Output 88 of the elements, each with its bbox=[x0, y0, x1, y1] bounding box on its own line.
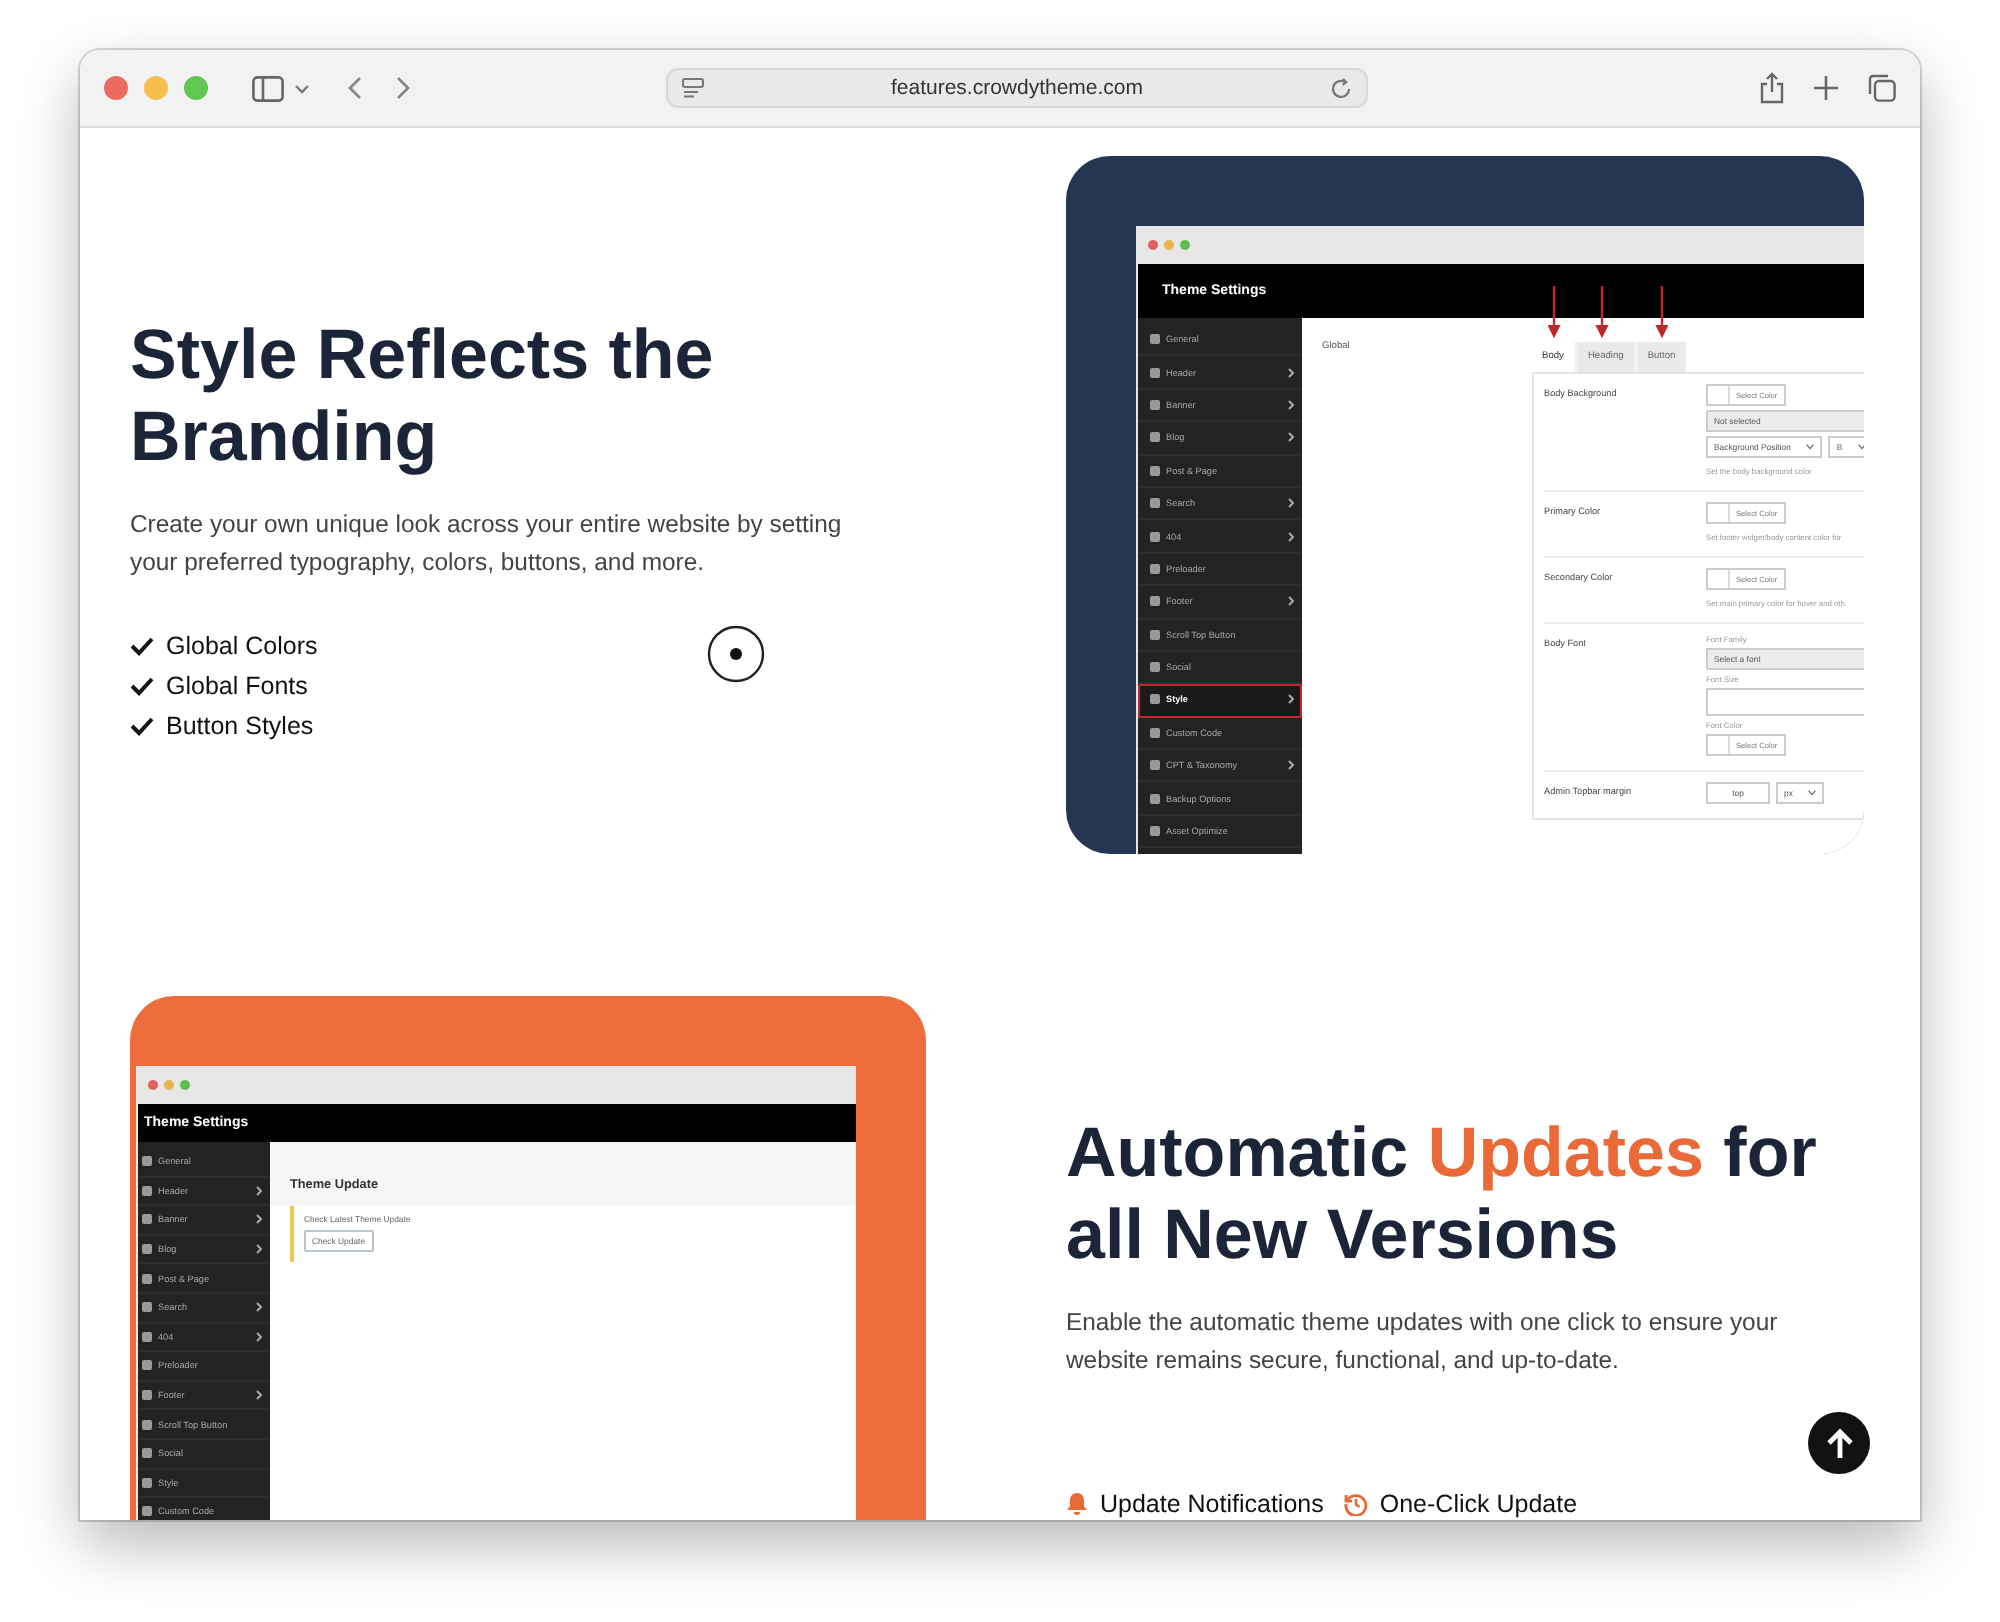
input-field[interactable] bbox=[1706, 688, 1864, 716]
chevron-right-icon bbox=[1288, 596, 1294, 607]
menu-item-icon bbox=[1150, 793, 1160, 804]
cursor-icon bbox=[706, 624, 766, 684]
close-icon[interactable] bbox=[104, 76, 128, 100]
menu-item-icon bbox=[142, 1214, 152, 1225]
feature-label: Global Fonts bbox=[166, 671, 308, 699]
menu-item-icon bbox=[1150, 826, 1160, 837]
menu-item-icon bbox=[142, 1273, 152, 1284]
checkmark-icon bbox=[130, 635, 154, 655]
bell-icon bbox=[1066, 1492, 1088, 1516]
caret-icon bbox=[1858, 444, 1864, 450]
chevron-right-icon bbox=[256, 1185, 262, 1196]
menu-item-icon bbox=[142, 1419, 152, 1430]
heading-text: Updates bbox=[1427, 1114, 1704, 1192]
chevron-right-icon bbox=[1288, 399, 1294, 410]
menu-item-icon bbox=[142, 1302, 152, 1313]
address-bar[interactable]: features.crowdytheme.com bbox=[666, 68, 1368, 108]
menu-item-icon bbox=[1150, 662, 1160, 673]
chevron-right-icon bbox=[256, 1331, 262, 1342]
menu-item-icon bbox=[1150, 760, 1160, 771]
menu-item-icon bbox=[1150, 531, 1160, 542]
chevron-right-icon bbox=[1288, 694, 1294, 705]
url-text: features.crowdytheme.com bbox=[888, 76, 1146, 100]
section-heading: Style Reflects the bbox=[130, 313, 714, 395]
feature-label: Update Notifications bbox=[1100, 1490, 1324, 1518]
chevron-right-icon bbox=[1288, 531, 1294, 542]
menu-item-icon bbox=[1150, 367, 1160, 378]
chevron-right-icon bbox=[1288, 498, 1294, 509]
chevron-right-icon bbox=[256, 1390, 262, 1401]
feature-label: Button Styles bbox=[166, 711, 314, 739]
minimize-icon bbox=[164, 1080, 174, 1090]
close-icon bbox=[148, 1080, 158, 1090]
sidebar-icon[interactable] bbox=[252, 75, 284, 101]
maximize-icon bbox=[1180, 240, 1190, 250]
caret-icon bbox=[1806, 444, 1815, 450]
scroll-to-top-button[interactable] bbox=[1808, 1412, 1870, 1474]
minimize-icon bbox=[1164, 240, 1174, 250]
menu-item-icon bbox=[142, 1477, 152, 1488]
chevron-down-icon[interactable] bbox=[294, 83, 310, 93]
menu-item-icon bbox=[142, 1244, 152, 1255]
menu-item-icon bbox=[1150, 334, 1160, 345]
new-tab-icon[interactable] bbox=[1814, 76, 1838, 100]
close-icon bbox=[1148, 240, 1158, 250]
chevron-right-icon bbox=[256, 1244, 262, 1255]
maximize-icon bbox=[180, 1080, 190, 1090]
menu-item-icon bbox=[1150, 465, 1160, 476]
menu-item-icon bbox=[1150, 727, 1160, 738]
menu-item-icon bbox=[142, 1506, 152, 1517]
heading-text: for bbox=[1721, 1114, 1817, 1192]
menu-item-icon bbox=[142, 1185, 152, 1196]
feature-label: One-Click Update bbox=[1379, 1490, 1578, 1518]
maximize-icon[interactable] bbox=[184, 76, 208, 100]
menu-item-icon bbox=[1150, 563, 1160, 574]
tabs-overview-icon[interactable] bbox=[1868, 74, 1896, 102]
menu-item-icon bbox=[1150, 399, 1160, 410]
menu-item-icon bbox=[1150, 694, 1160, 705]
back-icon[interactable] bbox=[348, 76, 362, 100]
menu-item-icon bbox=[1150, 596, 1160, 607]
chevron-right-icon bbox=[1288, 367, 1294, 378]
menu-item-icon bbox=[142, 1331, 152, 1342]
forward-icon[interactable] bbox=[396, 76, 410, 100]
reload-icon[interactable] bbox=[1330, 77, 1352, 99]
chevron-right-icon bbox=[1288, 432, 1294, 443]
page-icon bbox=[682, 78, 704, 98]
menu-item-icon bbox=[142, 1390, 152, 1401]
menu-item-icon bbox=[142, 1156, 152, 1167]
menu-item-icon bbox=[1150, 432, 1160, 443]
section-description: Enable the automatic theme updates with one click to ensure your website remains secure, functional, and up-to-date. bbox=[1066, 1306, 1780, 1378]
section-description: Create your own unique look across your entire website by setting your preferred typography, colors, buttons, and more. bbox=[130, 507, 844, 579]
feature-label: Global Colors bbox=[166, 631, 318, 659]
share-icon[interactable] bbox=[1760, 72, 1784, 104]
chevron-right-icon bbox=[1288, 760, 1294, 771]
checkmark-icon bbox=[130, 675, 154, 695]
menu-item-icon bbox=[142, 1360, 152, 1371]
menu-item-icon bbox=[1150, 629, 1160, 640]
history-icon bbox=[1343, 1492, 1368, 1516]
caret-icon bbox=[1808, 790, 1817, 796]
heading-text: Automatic bbox=[1066, 1114, 1411, 1192]
chevron-right-icon bbox=[256, 1214, 262, 1225]
menu-item-icon bbox=[142, 1448, 152, 1459]
arrow-up-icon bbox=[1825, 1427, 1853, 1459]
chevron-right-icon bbox=[256, 1302, 262, 1313]
checkmark-icon bbox=[130, 715, 154, 735]
section-heading: Branding bbox=[130, 395, 438, 477]
arrow-annotations-drawing bbox=[1548, 286, 1668, 338]
heading-text: all New Versions bbox=[1066, 1196, 1619, 1274]
menu-item-icon bbox=[1150, 498, 1160, 509]
